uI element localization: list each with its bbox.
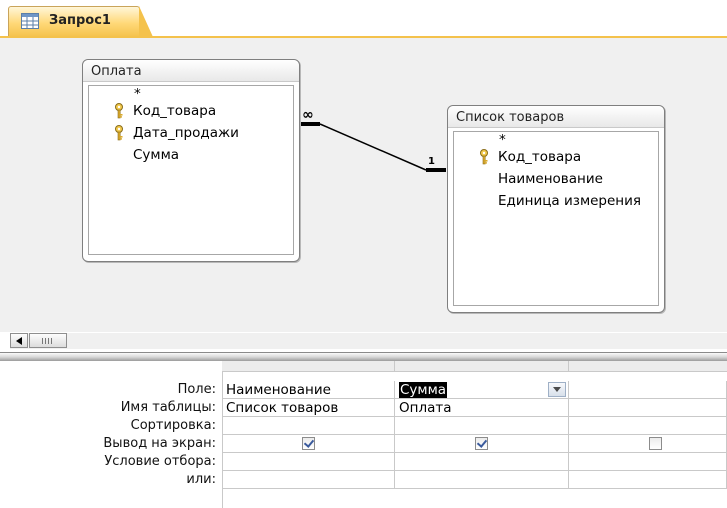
field-dropdown-button[interactable] [548,382,566,397]
scroll-left-button[interactable] [10,333,28,348]
many-label: ∞ [302,107,314,123]
show-checkbox[interactable] [475,437,488,450]
show-cell [569,435,727,453]
one-label: 1 [428,156,435,167]
scroll-thumb[interactable] [29,333,67,348]
criteria-cell[interactable] [222,453,395,471]
field-cell-selected[interactable]: Сумма [395,381,569,399]
field-all[interactable]: * [454,132,658,148]
key-icon [115,103,123,119]
grid-cells: Наименование Список товаров Сумма Оплата [222,381,727,508]
table-title[interactable]: Список товаров [448,106,664,128]
field-cell[interactable]: Наименование [222,381,395,399]
field-list[interactable]: * Код_товара Наименование Единица измере… [453,131,659,306]
horizontal-scrollbar[interactable] [10,333,727,349]
field-sale-date[interactable]: Дата_продажи [89,122,293,144]
show-checkbox[interactable] [649,437,662,450]
column-selector[interactable] [222,361,395,371]
selected-field-text: Сумма [399,382,448,398]
tab-query1[interactable]: Запрос1 [8,6,153,37]
table-payment[interactable]: Оплата * Код_товара Дата_продажи Сумма [82,59,300,262]
field-name[interactable]: Наименование [454,168,658,190]
table-title[interactable]: Оплата [83,60,299,82]
tab-label: Запрос1 [49,13,111,28]
row-label-field: Поле: [177,382,216,397]
criteria-cell[interactable] [569,453,727,471]
field-product-code[interactable]: Код_товара [454,146,658,168]
or-cell[interactable] [395,471,569,489]
table-cell[interactable]: Список товаров [222,399,395,417]
row-label-table: Имя таблицы: [120,400,216,415]
field-product-code[interactable]: Код_товара [89,100,293,122]
column-selector[interactable] [394,361,569,371]
row-label-show: Вывод на экран: [103,436,216,451]
or-cell[interactable] [222,471,395,489]
criteria-cell[interactable] [395,453,569,471]
show-cell [222,435,395,453]
table-cell[interactable]: Оплата [395,399,569,417]
key-icon [480,149,488,165]
field-unit[interactable]: Единица измерения [454,190,658,212]
show-checkbox[interactable] [302,437,315,450]
row-labels: Поле: Имя таблицы: Сортировка: Вывод на … [0,381,216,489]
or-cell[interactable] [569,471,727,489]
field-all[interactable]: * [89,86,293,102]
key-icon [115,125,123,141]
show-cell [395,435,569,453]
query-design-surface[interactable]: ∞ 1 Оплата * Код_товара Дата_продажи Сум… [0,38,727,332]
row-label-or: или: [186,472,216,487]
field-list[interactable]: * Код_товара Дата_продажи Сумма [88,85,294,255]
table-cell[interactable] [569,399,727,417]
document-tab-strip: Запрос1 [0,0,727,38]
sort-cell[interactable] [569,417,727,435]
query-design-grid: Поле: Имя таблицы: Сортировка: Вывод на … [0,361,727,508]
column-selector-strip[interactable] [222,361,727,372]
field-amount[interactable]: Сумма [89,144,293,166]
field-cell[interactable] [569,381,727,399]
sort-cell[interactable] [395,417,569,435]
row-label-sort: Сортировка: [130,418,216,433]
pane-splitter[interactable] [0,352,727,361]
sort-cell[interactable] [222,417,395,435]
query-icon [21,13,39,29]
table-products[interactable]: Список товаров * Код_товара Наименование… [447,105,665,313]
row-label-criteria: Условие отбора: [104,454,216,469]
